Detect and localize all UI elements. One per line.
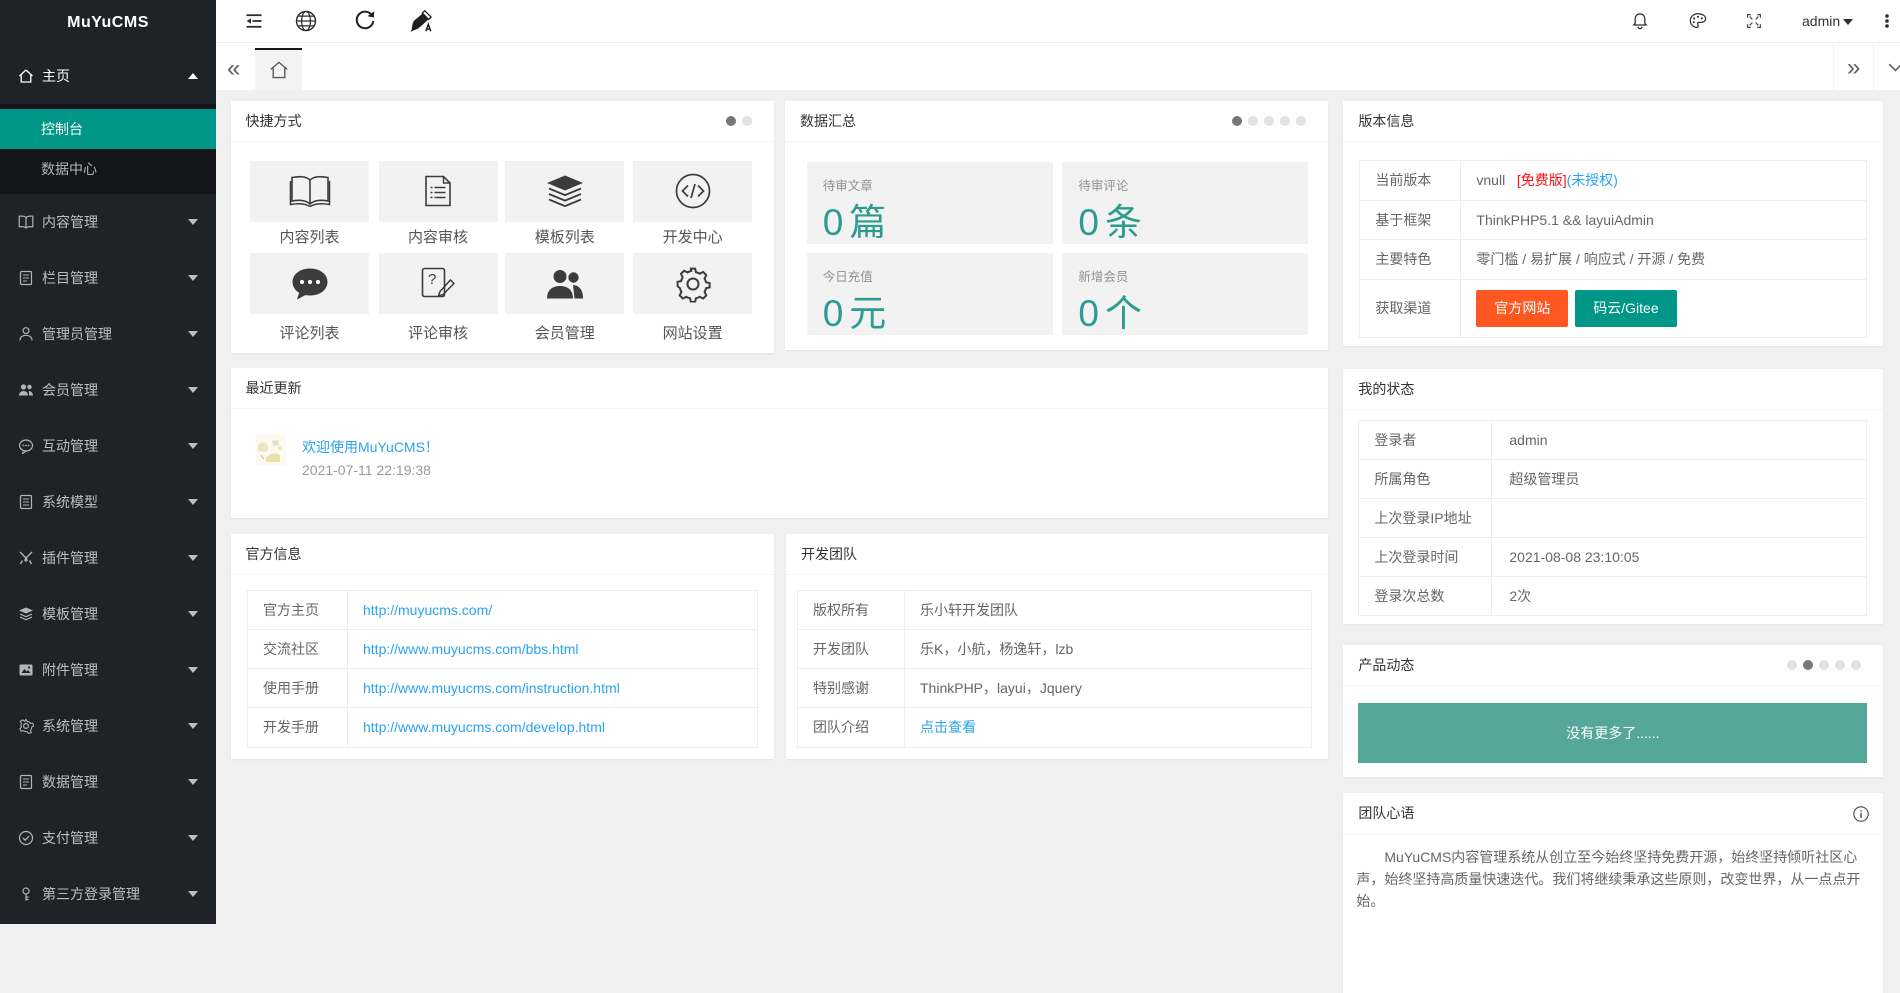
svg-text:?: ? bbox=[428, 271, 436, 288]
